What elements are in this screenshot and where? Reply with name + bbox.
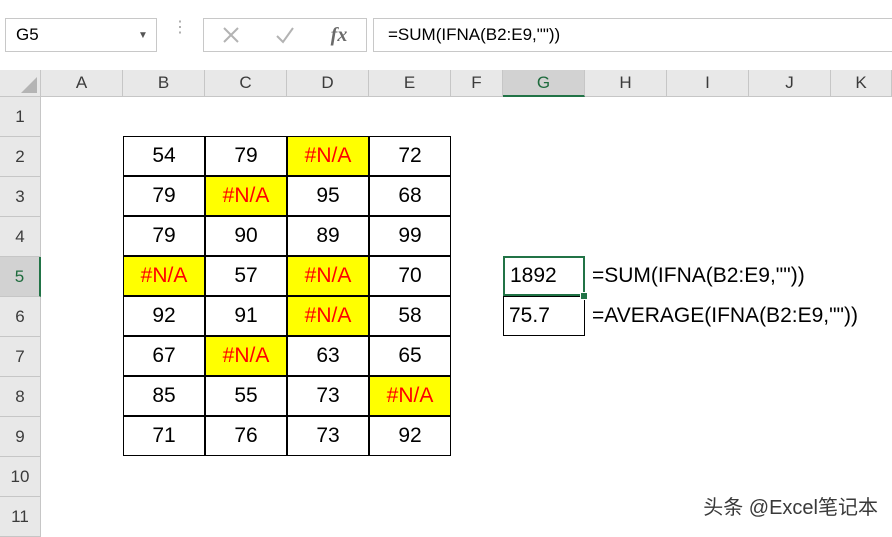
table-cell[interactable]: 58 xyxy=(369,296,451,336)
sum-formula-label: =SUM(IFNA(B2:E9,"")) xyxy=(592,264,805,287)
formula-buttons: fx xyxy=(203,18,367,52)
formula-text: =SUM(IFNA(B2:E9,"")) xyxy=(388,25,561,44)
fill-handle[interactable] xyxy=(580,292,588,300)
table-cell[interactable]: 79 xyxy=(123,176,205,216)
table-cell[interactable]: #N/A xyxy=(205,336,287,376)
select-all-corner[interactable] xyxy=(0,70,41,97)
table-cell[interactable]: 79 xyxy=(205,136,287,176)
column-header-k[interactable]: K xyxy=(831,70,892,97)
row-header-1[interactable]: 1 xyxy=(0,97,41,137)
table-cell[interactable]: 68 xyxy=(369,176,451,216)
column-header-i[interactable]: I xyxy=(667,70,749,97)
column-header-f[interactable]: F xyxy=(451,70,503,97)
sum-result-cell[interactable]: 1892 xyxy=(503,256,585,296)
table-cell[interactable]: 92 xyxy=(369,416,451,456)
column-header-c[interactable]: C xyxy=(205,70,287,97)
table-cell[interactable]: #N/A xyxy=(287,296,369,336)
spreadsheet-grid: A B C D E F G H I J K 1 2 3 4 5 6 7 8 9 10 11 54 79 #N/A 72 79 #N/A… xyxy=(0,70,892,537)
row-header-4[interactable]: 4 xyxy=(0,217,41,257)
column-header-a[interactable]: A xyxy=(41,70,123,97)
table-cell[interactable]: 73 xyxy=(287,376,369,416)
name-box[interactable]: G5 ▼ xyxy=(5,18,157,52)
table-cell[interactable]: #N/A xyxy=(123,256,205,296)
table-cell[interactable]: 76 xyxy=(205,416,287,456)
row-header-11[interactable]: 11 xyxy=(0,497,41,537)
table-cell[interactable]: 71 xyxy=(123,416,205,456)
column-header-d[interactable]: D xyxy=(287,70,369,97)
table-cell[interactable]: 79 xyxy=(123,216,205,256)
table-cell[interactable]: 92 xyxy=(123,296,205,336)
table-cell[interactable]: 55 xyxy=(205,376,287,416)
table-cell[interactable]: 85 xyxy=(123,376,205,416)
table-cell[interactable]: 95 xyxy=(287,176,369,216)
table-cell[interactable]: 89 xyxy=(287,216,369,256)
table-cell[interactable]: #N/A xyxy=(369,376,451,416)
table-cell[interactable]: 99 xyxy=(369,216,451,256)
select-all-icon xyxy=(21,77,37,93)
row-header-10[interactable]: 10 xyxy=(0,457,41,497)
formula-toolbar: G5 ▼ ⋮ fx =SUM(IFNA(B2:E9,"")) xyxy=(0,0,892,71)
watermark: 头条 @Excel笔记本 xyxy=(703,497,878,519)
table-cell[interactable]: 67 xyxy=(123,336,205,376)
table-cell[interactable]: 54 xyxy=(123,136,205,176)
table-cell[interactable]: 63 xyxy=(287,336,369,376)
average-result-cell[interactable]: 75.7 xyxy=(503,296,585,336)
row-header-5[interactable]: 5 xyxy=(0,257,41,297)
column-header-j[interactable]: J xyxy=(749,70,831,97)
table-cell[interactable]: 57 xyxy=(205,256,287,296)
table-cell[interactable]: 90 xyxy=(205,216,287,256)
close-icon[interactable] xyxy=(216,20,246,50)
fx-icon[interactable]: fx xyxy=(324,20,354,50)
table-cell[interactable]: #N/A xyxy=(287,136,369,176)
row-header-7[interactable]: 7 xyxy=(0,337,41,377)
row-header-3[interactable]: 3 xyxy=(0,177,41,217)
table-cell[interactable]: 73 xyxy=(287,416,369,456)
column-header-e[interactable]: E xyxy=(369,70,451,97)
chevron-down-icon[interactable]: ▼ xyxy=(130,30,156,41)
row-header-9[interactable]: 9 xyxy=(0,417,41,457)
column-header-h[interactable]: H xyxy=(585,70,667,97)
formula-input[interactable]: =SUM(IFNA(B2:E9,"")) xyxy=(373,18,892,52)
average-formula-label: =AVERAGE(IFNA(B2:E9,"")) xyxy=(592,304,858,327)
table-cell[interactable]: #N/A xyxy=(205,176,287,216)
row-header-2[interactable]: 2 xyxy=(0,137,41,177)
name-box-value: G5 xyxy=(16,25,39,44)
drag-handle-icon[interactable]: ⋮ xyxy=(172,20,188,48)
table-cell[interactable]: 91 xyxy=(205,296,287,336)
table-cell[interactable]: 65 xyxy=(369,336,451,376)
column-header-b[interactable]: B xyxy=(123,70,205,97)
row-header-6[interactable]: 6 xyxy=(0,297,41,337)
column-header-g[interactable]: G xyxy=(503,70,585,97)
check-icon[interactable] xyxy=(270,20,300,50)
table-cell[interactable]: 72 xyxy=(369,136,451,176)
row-header-8[interactable]: 8 xyxy=(0,377,41,417)
table-cell[interactable]: 70 xyxy=(369,256,451,296)
table-cell[interactable]: #N/A xyxy=(287,256,369,296)
